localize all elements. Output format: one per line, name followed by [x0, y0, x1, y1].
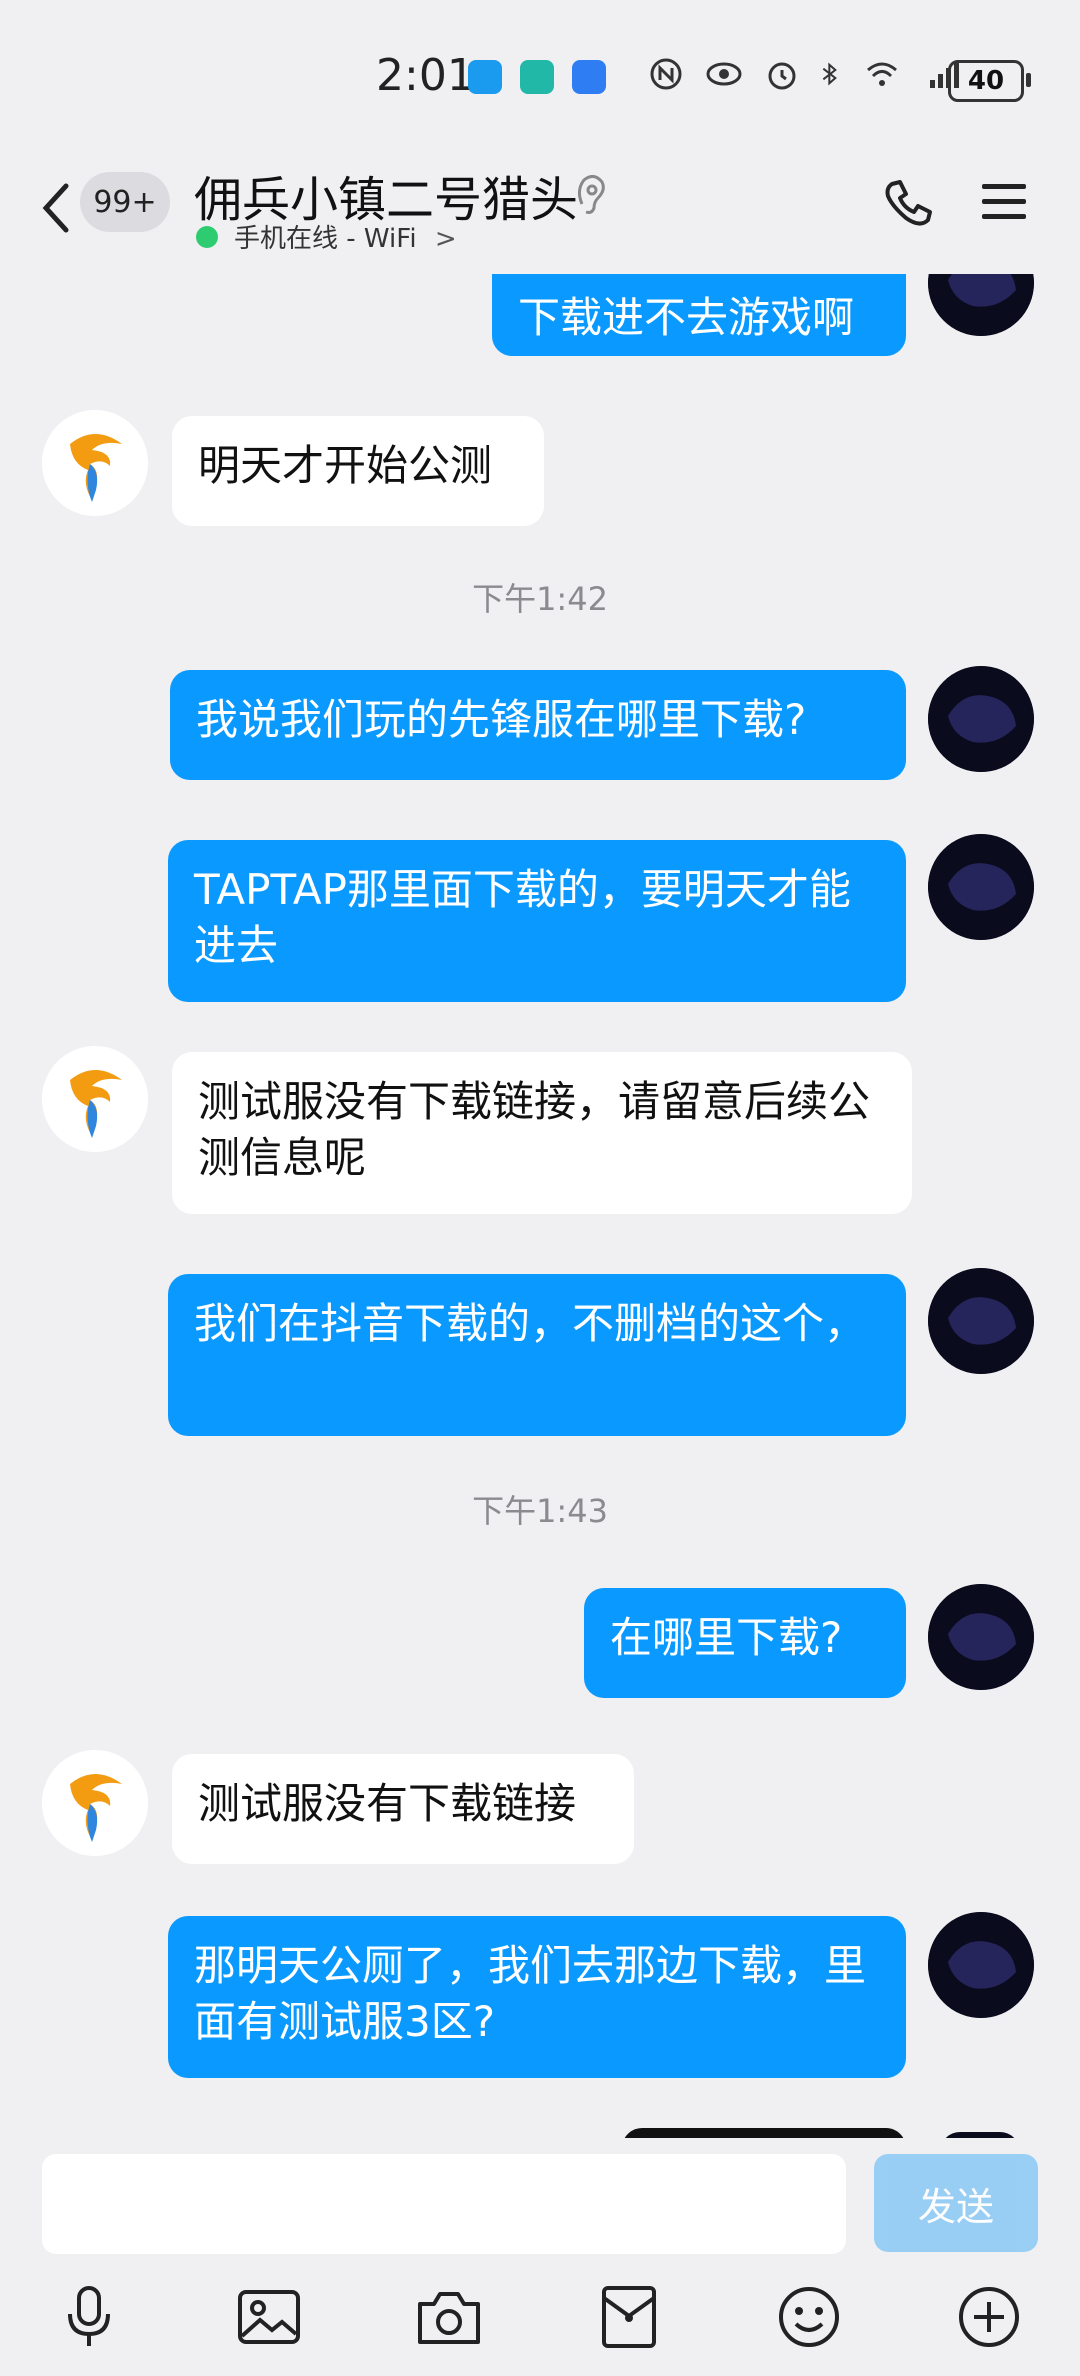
- my-avatar[interactable]: [928, 1268, 1034, 1374]
- contact-avatar[interactable]: [42, 1750, 148, 1856]
- emoji-icon[interactable]: [774, 2282, 844, 2352]
- message-bubble-incoming[interactable]: 明天才开始公测: [172, 416, 544, 526]
- chevron-right-icon: >: [434, 224, 457, 254]
- status-time: 2:01: [376, 50, 475, 101]
- chat-header: 99+ 佣兵小镇二号猎头 手机在线 - WiFi >: [0, 150, 1080, 274]
- message-text: 我说我们玩的先锋服在哪里下载?: [196, 695, 807, 744]
- china-map-avatar-icon: [928, 274, 1034, 336]
- my-avatar[interactable]: [928, 274, 1034, 336]
- message-text: 下载进不去游戏啊: [518, 293, 855, 342]
- input-bar: 发送: [0, 2138, 1080, 2376]
- alarm-icon: [768, 62, 796, 90]
- message-bubble-outgoing[interactable]: 在哪里下载?: [584, 1588, 906, 1698]
- my-avatar[interactable]: [928, 1912, 1034, 2018]
- menu-icon[interactable]: [980, 180, 1028, 224]
- message-input[interactable]: [42, 2154, 846, 2254]
- message-text: 在哪里下载?: [610, 1613, 843, 1662]
- ear-icon: [577, 175, 605, 214]
- send-button[interactable]: 发送: [874, 2154, 1038, 2252]
- phone-call-icon[interactable]: [880, 176, 936, 232]
- my-avatar[interactable]: [928, 834, 1034, 940]
- plus-icon[interactable]: [954, 2282, 1024, 2352]
- input-toolbar: [0, 2282, 1080, 2362]
- message-text: 那明天公厕了，我们去那边下载，里面有测试服3区?: [194, 1941, 867, 2046]
- camera-icon[interactable]: [414, 2282, 484, 2352]
- bluetooth-icon: [822, 62, 837, 86]
- message-bubble-outgoing[interactable]: 我说我们玩的先锋服在哪里下载?: [170, 670, 906, 780]
- message-bubble-outgoing[interactable]: 下载进不去游戏啊: [492, 274, 906, 356]
- weather-app-icon: [572, 60, 606, 94]
- message-text: 我们在抖音下载的，不删档的这个，: [194, 1299, 867, 1348]
- message-bubble-incoming[interactable]: 测试服没有下载链接: [172, 1754, 634, 1864]
- back-arrow-icon[interactable]: [36, 178, 76, 238]
- eye-icon: [706, 62, 742, 86]
- tornado-logo-avatar-icon: [42, 1750, 148, 1856]
- message-text: 明天才开始公测: [198, 441, 493, 490]
- microphone-icon[interactable]: [54, 2282, 124, 2352]
- message-bubble-outgoing[interactable]: 我们在抖音下载的，不删档的这个，: [168, 1274, 906, 1436]
- contact-avatar[interactable]: [42, 410, 148, 516]
- china-map-avatar-icon: [928, 1268, 1034, 1374]
- online-status-text[interactable]: 手机在线 - WiFi >: [234, 218, 457, 255]
- my-avatar[interactable]: [928, 1584, 1034, 1690]
- unread-badge[interactable]: 99+: [80, 172, 170, 232]
- message-text: TAPTAP那里面下载的，要明天才能进去: [194, 865, 851, 970]
- timestamp-divider: 下午1:42: [472, 580, 608, 618]
- boss-app-icon: [520, 60, 554, 94]
- notification-icons: [468, 60, 606, 94]
- message-bubble-incoming[interactable]: 测试服没有下载链接，请留意后续公测信息呢: [172, 1052, 912, 1214]
- tornado-logo-avatar-icon: [42, 410, 148, 516]
- image-icon[interactable]: [234, 2282, 304, 2352]
- status-bar: 2:01 40: [0, 0, 1080, 150]
- message-bubble-outgoing[interactable]: TAPTAP那里面下载的，要明天才能进去: [168, 840, 906, 1002]
- online-status-label: 手机在线 - WiFi: [234, 224, 417, 254]
- message-list[interactable]: 下载进不去游戏啊 明天才开始公测 下午1:42 我说我们玩的先锋服在哪里下载? …: [0, 274, 1080, 2138]
- wifi-icon: [867, 62, 897, 86]
- timestamp-divider: 下午1:43: [472, 1492, 608, 1530]
- message-app-icon: [468, 60, 502, 94]
- system-icons: [648, 56, 966, 92]
- contact-avatar[interactable]: [42, 1046, 148, 1152]
- my-avatar[interactable]: [928, 666, 1034, 772]
- china-map-avatar-icon: [928, 666, 1034, 772]
- china-map-avatar-icon: [928, 1584, 1034, 1690]
- message-text: 测试服没有下载链接: [198, 1779, 577, 1828]
- battery-indicator: 40: [948, 60, 1031, 102]
- message-bubble-outgoing[interactable]: 那明天公厕了，我们去那边下载，里面有测试服3区?: [168, 1916, 906, 2078]
- message-text: 测试服没有下载链接，请留意后续公测信息呢: [198, 1077, 871, 1182]
- china-map-avatar-icon: [928, 834, 1034, 940]
- nfc-icon: [650, 58, 682, 90]
- online-status-dot: [196, 226, 218, 248]
- china-map-avatar-icon: [928, 1912, 1034, 2018]
- message-bubble-partial[interactable]: [622, 2128, 906, 2138]
- red-packet-icon[interactable]: [594, 2282, 664, 2352]
- tornado-logo-avatar-icon: [42, 1046, 148, 1152]
